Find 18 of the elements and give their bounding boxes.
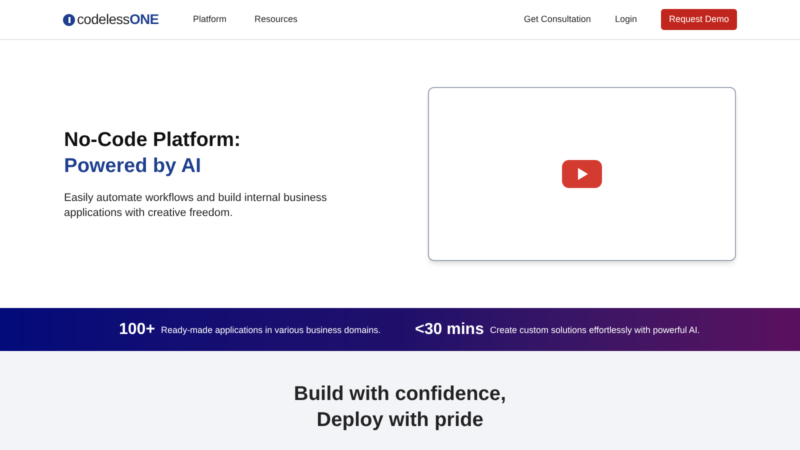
request-demo-button[interactable]: Request Demo [660,9,737,30]
video-player[interactable] [428,87,736,261]
nav-link[interactable]: Platform [193,12,227,26]
hero-description: Easily automate workflows and build internal business applications with creative freedom. [64,191,328,221]
nav-link[interactable]: Login [614,12,637,26]
logo-text[interactable]: codelessONE [77,9,159,30]
stat-description: Ready-made applications in various business domains. [161,324,382,336]
hero-title: No-Code Platform: [64,128,242,153]
hero-highlight: Powered by AI [64,154,202,179]
logo-icon [63,14,75,26]
stat-value: <30 mins [415,320,484,340]
section-heading: Build with confidence, [294,382,506,407]
play-icon[interactable] [562,160,602,188]
stat-description: Create custom solutions effortlessly with powerful AI. [490,324,701,336]
nav-link[interactable]: Resources [254,12,298,26]
section-heading: Deploy with pride [316,408,484,433]
nav-link[interactable]: Get Consultation [524,12,591,26]
stat-value: 100+ [119,320,156,340]
